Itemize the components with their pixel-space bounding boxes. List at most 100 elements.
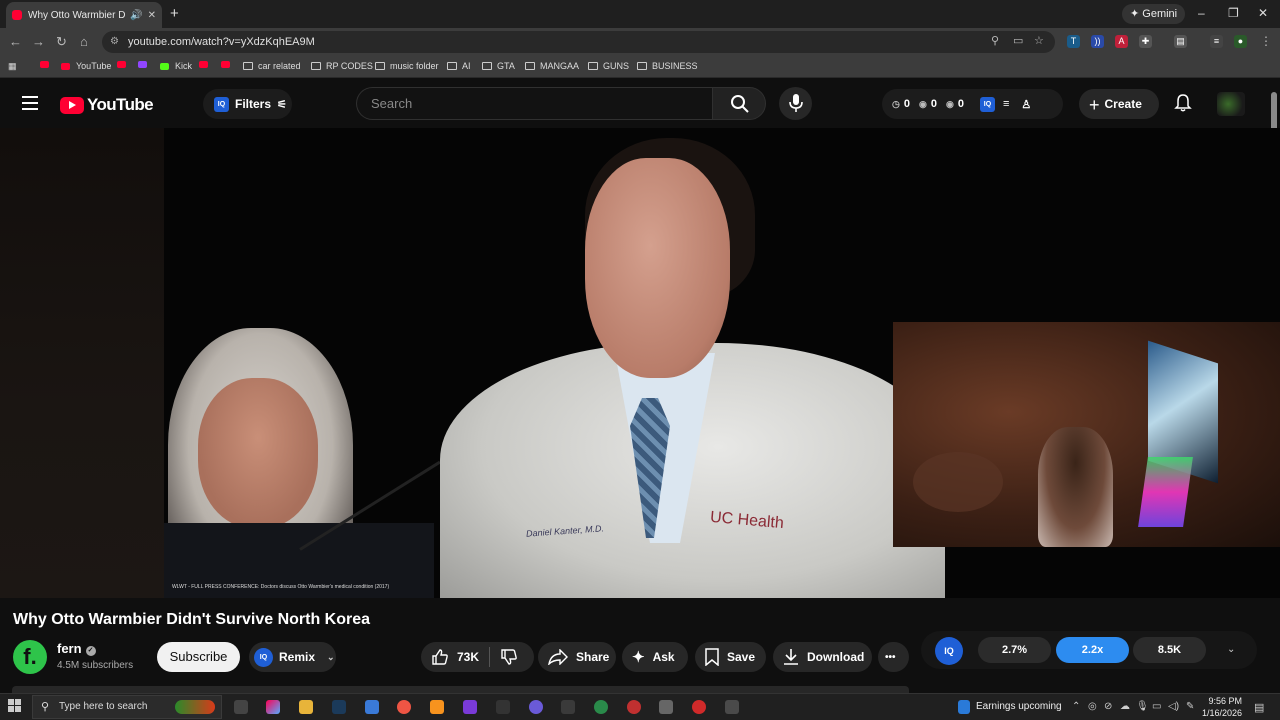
tray-app-icon[interactable]: ⊘ — [1104, 701, 1112, 712]
iq-metric-views-per-hour[interactable]: 8.5K — [1133, 637, 1206, 663]
bookmark-5[interactable] — [199, 61, 214, 68]
address-bar[interactable]: ⚙ youtube.com/watch?v=yXdzKqhEA9M — [102, 31, 1055, 53]
new-tab-button[interactable]: + — [170, 5, 179, 22]
gemini-button[interactable]: ✦ Gemini — [1122, 4, 1186, 24]
task-view-icon[interactable] — [234, 700, 248, 714]
tray-app-icon[interactable]: ◎ — [1088, 701, 1097, 712]
discord-icon[interactable] — [529, 700, 543, 714]
apps-grid-icon[interactable]: ▦ — [8, 61, 17, 72]
bookmark-folder-mangaa[interactable]: MANGAA — [525, 61, 579, 71]
chrome-menu-icon[interactable]: ⋮ — [1260, 34, 1272, 48]
bookmark-2[interactable] — [117, 61, 132, 68]
back-icon[interactable]: ← — [9, 34, 22, 49]
taskbar-clock[interactable]: 9:56 PM 1/16/2026 — [1200, 695, 1242, 719]
video-player[interactable]: Daniel Kanter, M.D. UC Health WLWT - FUL… — [0, 128, 1280, 598]
home-icon[interactable]: ⌂ — [80, 34, 88, 49]
forward-icon[interactable]: → — [32, 34, 45, 49]
bookmark-1[interactable]: YouTube — [61, 61, 111, 71]
notepad-icon[interactable] — [659, 700, 673, 714]
subscribe-button[interactable]: Subscribe — [157, 642, 240, 672]
tray-chevron-icon[interactable]: ⌃ — [1072, 701, 1080, 712]
bookmark-folder-guns[interactable]: GUNS — [588, 61, 629, 71]
network-icon[interactable]: ▭ — [1152, 701, 1161, 712]
affinity-icon[interactable] — [463, 700, 477, 714]
app-red-icon[interactable] — [627, 700, 641, 714]
sidepanel-icon[interactable]: ▤ — [1174, 35, 1187, 48]
chevron-down-icon[interactable]: ⌄ — [1227, 644, 1235, 655]
iq-metric-outlier[interactable]: 2.2x — [1056, 637, 1129, 663]
app-a-icon[interactable] — [430, 700, 444, 714]
app-icon[interactable] — [725, 700, 739, 714]
chrome-icon[interactable] — [397, 700, 411, 714]
download-button[interactable]: Download — [773, 642, 872, 672]
list-icon[interactable]: ≡ — [1003, 98, 1009, 110]
tab-search-icon[interactable]: ≡ — [1210, 35, 1223, 48]
bookmark-folder-music[interactable]: music folder — [375, 61, 439, 71]
filters-button[interactable]: IQ Filters ⚟ — [203, 89, 292, 119]
bookmark-star-icon[interactable]: ☆ — [1034, 34, 1044, 47]
steam-icon[interactable] — [332, 700, 346, 714]
minimize-button[interactable]: – — [1198, 6, 1205, 20]
microphone-icon[interactable]: 🎙 — [1136, 701, 1149, 712]
search-button[interactable] — [712, 87, 766, 120]
chrome-active-icon[interactable] — [594, 700, 608, 714]
iq-metric-engagement[interactable]: 2.7% — [978, 637, 1051, 663]
remix-button[interactable]: IQ Remix ⌄ — [249, 642, 336, 672]
like-button[interactable]: 73K — [431, 648, 479, 666]
thumbs-down-icon[interactable] — [500, 648, 518, 666]
voice-search-button[interactable] — [779, 87, 812, 120]
ask-button[interactable]: ✦ Ask — [622, 642, 688, 672]
notification-center-icon[interactable]: ▤ — [1254, 701, 1264, 714]
copilot-icon[interactable] — [266, 700, 280, 714]
maximize-button[interactable]: ❐ — [1228, 6, 1239, 20]
bookmark-4[interactable]: Kick — [160, 61, 192, 71]
profile-icon[interactable]: ● — [1234, 35, 1247, 48]
tray-app-icon[interactable]: ☁ — [1120, 701, 1130, 712]
store-icon[interactable] — [365, 700, 379, 714]
bookmark-3[interactable] — [138, 61, 153, 68]
app-icon[interactable] — [496, 700, 510, 714]
trophy-icon[interactable]: ♙ — [1021, 98, 1031, 111]
avatar[interactable] — [1217, 92, 1245, 116]
create-button[interactable]: + Create — [1079, 89, 1159, 119]
extensions-puzzle-icon[interactable]: ✚ — [1139, 35, 1152, 48]
bookmark-folder-car[interactable]: car related — [243, 61, 301, 71]
channel-name-link[interactable]: fern ✓ — [57, 641, 96, 656]
save-button[interactable]: Save — [695, 642, 766, 672]
bookmark-6[interactable] — [221, 61, 236, 68]
pen-icon[interactable]: ✎ — [1186, 701, 1194, 712]
browser-tab[interactable]: Why Otto Warmbier Didn't 🔊 ✕ — [6, 2, 162, 28]
taskbar-search-input[interactable]: ⚲ Type here to search — [32, 695, 222, 719]
close-tab-icon[interactable]: ✕ — [148, 10, 156, 21]
recorder-icon[interactable] — [692, 700, 706, 714]
bookmark-folder-ai[interactable]: AI — [447, 61, 471, 71]
windows-start-icon[interactable] — [8, 699, 22, 713]
close-window-button[interactable]: ✕ — [1258, 6, 1268, 20]
news-widget[interactable]: Earnings upcoming — [976, 701, 1062, 712]
bookmark-folder-gta[interactable]: GTA — [482, 61, 515, 71]
zoom-icon[interactable]: ⚲ — [991, 34, 999, 47]
more-actions-button[interactable]: ••• — [878, 642, 909, 672]
youtube-logo[interactable]: YouTube — [60, 95, 154, 115]
bookmark-0[interactable] — [40, 61, 55, 68]
translate-extension-icon[interactable]: T — [1067, 35, 1080, 48]
iq-stats-pill[interactable]: ◷ 0 ◉ 0 ◉ 0 IQ ≡ ♙ — [882, 89, 1063, 119]
chevron-down-icon[interactable]: ⌄ — [327, 652, 335, 663]
iq-logo-icon[interactable]: IQ — [935, 637, 963, 665]
search-input[interactable]: Search — [356, 87, 713, 120]
app-icon[interactable] — [561, 700, 575, 714]
share-button[interactable]: Share — [538, 642, 616, 672]
volume-icon[interactable]: ◁) — [1168, 701, 1179, 712]
adblock-extension-icon[interactable]: A — [1115, 35, 1128, 48]
hamburger-menu-icon[interactable] — [22, 96, 38, 110]
file-explorer-icon[interactable] — [299, 700, 313, 714]
bookmark-folder-business[interactable]: BUSINESS — [637, 61, 698, 71]
iq-icon[interactable]: IQ — [979, 96, 995, 112]
site-info-icon[interactable]: ⚙ — [110, 31, 119, 53]
bookmark-folder-rp[interactable]: RP CODES — [311, 61, 373, 71]
cast-icon[interactable]: ▭ — [1013, 34, 1023, 47]
reload-icon[interactable]: ↻ — [56, 34, 67, 50]
notifications-bell-icon[interactable] — [1174, 94, 1192, 112]
channel-avatar[interactable]: f. — [13, 640, 47, 674]
speaker-icon[interactable]: 🔊 — [130, 10, 142, 21]
